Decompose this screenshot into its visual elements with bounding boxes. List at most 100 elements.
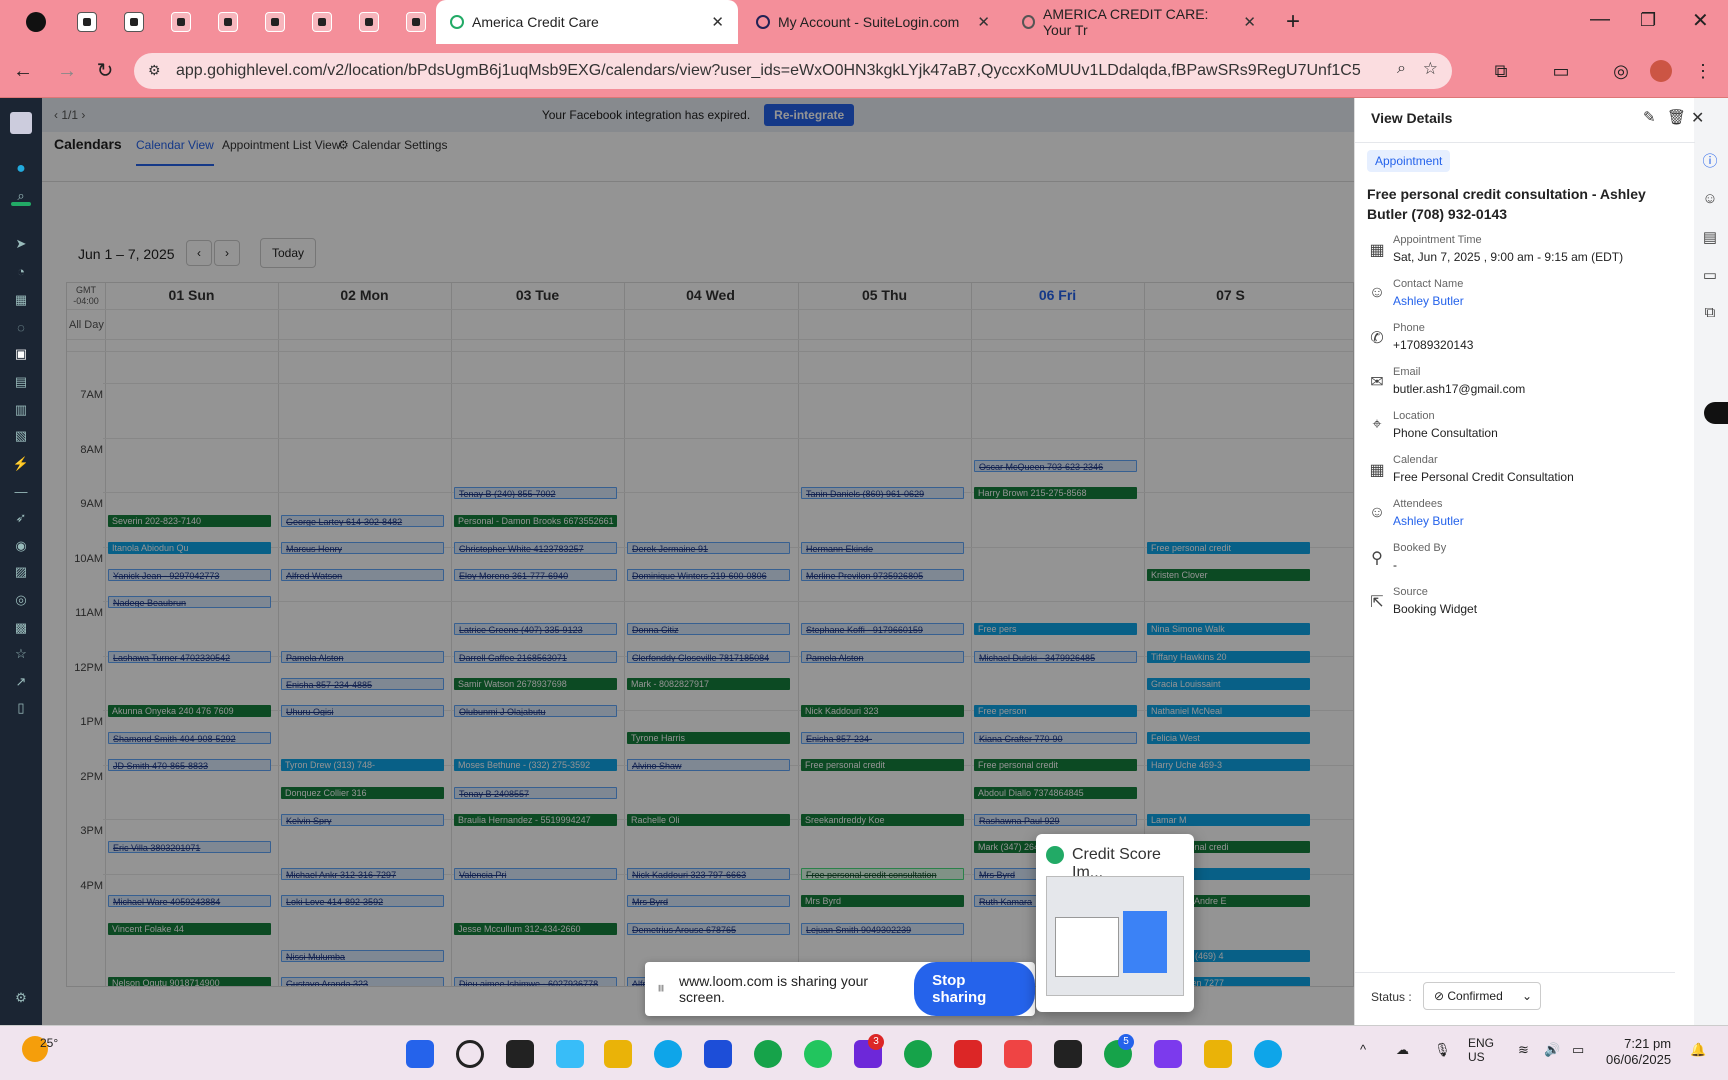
- launch-icon[interactable]: ➤: [11, 236, 31, 254]
- appointment-event[interactable]: Braulia Hernandez - 5519994247: [454, 813, 617, 826]
- day-header[interactable]: 03 Tue: [451, 287, 624, 309]
- appointment-event[interactable]: Dominique Winters 219-600-0806: [627, 569, 790, 581]
- appointment-event[interactable]: Free pers: [974, 623, 1137, 636]
- appointment-event[interactable]: Michael Ankr 312-316-7297: [281, 868, 444, 881]
- appointment-event[interactable]: Stephane Koffi - 9179660159: [801, 623, 964, 636]
- notification-icon[interactable]: 🔔: [1690, 1042, 1706, 1058]
- day-header[interactable]: 04 Wed: [624, 287, 797, 309]
- close-icon[interactable]: ✕: [1691, 108, 1704, 128]
- appointment-event[interactable]: Gracia Louissaint: [1147, 677, 1310, 690]
- loom-extension-icon[interactable]: ◎: [1608, 58, 1634, 84]
- appointment-event[interactable]: Free person: [974, 705, 1137, 717]
- file-explorer-icon[interactable]: [604, 1040, 632, 1068]
- day-header[interactable]: 01 Sun: [105, 287, 278, 309]
- app-icon[interactable]: [1004, 1040, 1032, 1068]
- appointment-event[interactable]: Felicia West: [1147, 732, 1310, 745]
- appointment-event[interactable]: Moses Bethune - (332) 275-3592: [454, 759, 617, 772]
- appointment-event[interactable]: Uhuru Ogisi: [281, 705, 444, 717]
- appointment-event[interactable]: Lashawa Turner 4702330542: [108, 650, 271, 663]
- extensions-icon[interactable]: ⧉: [1488, 58, 1514, 84]
- day-header[interactable]: 07 S: [1144, 287, 1317, 309]
- reintegrate-button[interactable]: Re-integrate: [764, 104, 855, 126]
- appointment-event[interactable]: Nina Simone Walk: [1147, 623, 1310, 636]
- site-info-icon[interactable]: ⚙: [148, 62, 161, 79]
- appointment-event[interactable]: Lejuan Smith 9049302239: [801, 922, 964, 935]
- appointment-event[interactable]: Rachelle Oli: [627, 813, 790, 826]
- close-tab-icon[interactable]: ✕: [1243, 13, 1256, 31]
- appointment-event[interactable]: Derek Jermaine 91: [627, 541, 790, 554]
- chrome-taskbar-icon[interactable]: [904, 1040, 932, 1068]
- appointment-event[interactable]: Yanick Jean - 9297042773: [108, 569, 271, 581]
- spotify-icon[interactable]: [754, 1040, 782, 1068]
- forward-icon[interactable]: →: [54, 58, 80, 84]
- appointment-event[interactable]: Merline Previlon 9735926805: [801, 569, 964, 581]
- appointment-event[interactable]: Donquez Collier 316: [281, 786, 444, 799]
- appointment-event[interactable]: Tenay B (240) 855-7002: [454, 487, 617, 500]
- notion-icon[interactable]: [1054, 1040, 1082, 1068]
- media-icon[interactable]: ▨: [11, 564, 31, 582]
- appointment-event[interactable]: Alvino Shaw: [627, 759, 790, 772]
- activity-tab-icon[interactable]: ⧉: [1700, 304, 1720, 324]
- url-bar[interactable]: ⚙ app.gohighlevel.com/v2/location/bPdsUg…: [134, 53, 1452, 89]
- reputation-icon[interactable]: ◎: [11, 592, 31, 610]
- reporting-icon[interactable]: ▩: [11, 620, 31, 638]
- appointment-event[interactable]: Akunna Onyeka 240 476 7609: [108, 705, 271, 717]
- appointment-event[interactable]: George Lartey 614-302-8482: [281, 514, 444, 527]
- chat-tab-icon[interactable]: ▭: [1700, 266, 1720, 286]
- microphone-icon[interactable]: 🎙: [1434, 1042, 1451, 1058]
- appointment-event[interactable]: Vincent Folake 44: [108, 922, 271, 935]
- appointment-event[interactable]: Hermann Ekinde: [801, 541, 964, 554]
- appointment-event[interactable]: Alfred Watson: [281, 569, 444, 581]
- restore-icon[interactable]: ❐: [1640, 10, 1656, 31]
- appointment-event[interactable]: Free personal credit: [801, 759, 964, 772]
- sites-icon[interactable]: ➶: [11, 510, 31, 528]
- close-tab-icon[interactable]: ✕: [711, 13, 724, 31]
- appointment-event[interactable]: Nick Kaddouri 323 797-6663: [627, 868, 790, 881]
- appointment-event[interactable]: Free personal credit: [974, 759, 1137, 772]
- launchpad-icon[interactable]: [11, 202, 31, 206]
- memberships-icon[interactable]: ◉: [11, 538, 31, 556]
- contacts-icon[interactable]: ▦: [11, 292, 31, 310]
- settings-icon[interactable]: ⚙: [11, 990, 31, 1008]
- prev-week-button[interactable]: ‹: [186, 240, 212, 266]
- appointment-event[interactable]: Nick Kaddouri 323: [801, 705, 964, 717]
- details-info-icon[interactable]: ⓘ: [1700, 150, 1720, 170]
- taskbar-preview[interactable]: Credit Score Im...: [1036, 834, 1194, 1012]
- pinned-tab[interactable]: [312, 12, 332, 32]
- automation-icon[interactable]: ⚡: [11, 456, 31, 474]
- word-icon[interactable]: [704, 1040, 732, 1068]
- mobile-app-icon[interactable]: ▯: [11, 700, 31, 718]
- close-window-icon[interactable]: ✕: [1692, 8, 1709, 33]
- close-tab-icon[interactable]: ✕: [977, 13, 990, 31]
- tab-america-credit-care[interactable]: America Credit Care ✕: [436, 0, 738, 44]
- cast-icon[interactable]: ▭: [1548, 58, 1574, 84]
- today-button[interactable]: Today: [260, 238, 316, 268]
- app-marketplace-icon[interactable]: ☆: [11, 646, 31, 664]
- contact-tab-icon[interactable]: ☺: [1700, 190, 1720, 210]
- appointment-event[interactable]: Mrs Byrd: [801, 895, 964, 908]
- appointment-event[interactable]: Marcus Henry: [281, 541, 444, 554]
- appointment-event[interactable]: Demetrius Arouse 678765: [627, 922, 790, 935]
- appointment-event[interactable]: Shamond Smith 404-908-5292: [108, 732, 271, 745]
- appointment-event[interactable]: Gustavo Aranda 323: [281, 977, 444, 986]
- appointment-event[interactable]: Michael Dulski - 3479926485: [974, 650, 1137, 663]
- next-week-button[interactable]: ›: [214, 240, 240, 266]
- appointment-event[interactable]: Abdoul Diallo 7374864845: [974, 786, 1137, 799]
- appointment-event[interactable]: Oscar McQueen 703-623-2346: [974, 460, 1137, 473]
- new-tab-icon[interactable]: +: [1286, 8, 1300, 36]
- appointment-event[interactable]: JD Smith 470-865-8833: [108, 759, 271, 772]
- wifi-icon[interactable]: ≋: [1518, 1042, 1529, 1058]
- clock[interactable]: 7:21 pm 06/06/2025: [1606, 1036, 1671, 1068]
- appointment-event[interactable]: Latrice Greene (407) 335-9123: [454, 623, 617, 636]
- pinned-tab[interactable]: [406, 12, 426, 32]
- appointment-event[interactable]: Eloy Moreno 361-777-6940: [454, 569, 617, 581]
- marketing-icon[interactable]: ▧: [11, 428, 31, 446]
- bookmark-star-icon[interactable]: ☆: [1423, 59, 1438, 79]
- battery-icon[interactable]: ▭: [1572, 1042, 1584, 1058]
- menu-icon[interactable]: ⋮: [1690, 58, 1716, 84]
- tab-america-credit-care-2[interactable]: AMERICA CREDIT CARE: Your Tr ✕: [1008, 0, 1270, 44]
- appointment-event[interactable]: Tyrone Harris: [627, 732, 790, 745]
- detail-value[interactable]: Ashley Butler: [1393, 514, 1464, 528]
- delete-icon[interactable]: 🗑: [1667, 108, 1686, 126]
- tab-my-account[interactable]: My Account - SuiteLogin.com ✕: [742, 0, 1004, 44]
